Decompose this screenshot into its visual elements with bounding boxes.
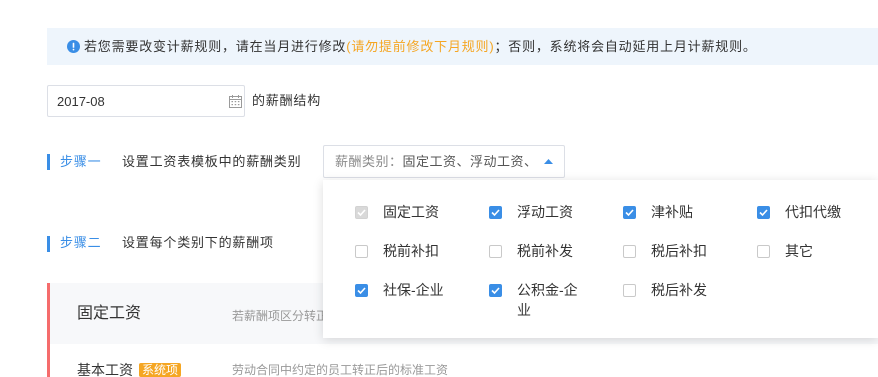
category-options: 固定工资 浮动工资 津补贴 代扣代缴 税前补扣 税前补发 税后补扣 其它 社保-…	[355, 202, 878, 319]
step1-label: 步骤一	[60, 154, 102, 169]
option-allowance[interactable]: 津补贴	[623, 202, 757, 241]
withholding-checkbox[interactable]	[757, 206, 770, 219]
step2-title: 设置每个类别下的薪酬项	[122, 235, 274, 250]
salary-category-dropdown[interactable]: 薪酬类别：固定工资、浮动工资、	[323, 145, 565, 178]
option-label: 代扣代缴	[785, 204, 841, 220]
option-housing-fund-company[interactable]: 公积金-企业	[489, 280, 623, 319]
option-fixed-salary[interactable]: 固定工资	[355, 202, 489, 241]
month-picker-input[interactable]	[47, 85, 245, 117]
option-pretax-supplement[interactable]: 税前补发	[489, 241, 623, 280]
notice-text-tail: ；否则，系统将会自动延用上月计薪规则。	[494, 39, 757, 54]
housing-fund-company-checkbox[interactable]	[489, 284, 502, 297]
salary-structure-label: 的薪酬结构	[252, 93, 322, 108]
other-checkbox[interactable]	[757, 245, 770, 258]
step2-marker	[47, 236, 50, 252]
option-withholding[interactable]: 代扣代缴	[757, 202, 857, 241]
option-label: 津补贴	[651, 204, 693, 220]
option-label: 税前补发	[517, 243, 573, 259]
option-label: 公积金-企业	[517, 282, 578, 318]
dropdown-value: 固定工资、浮动工资、	[402, 154, 538, 169]
option-label: 税后补发	[651, 282, 707, 298]
calendar-icon[interactable]	[229, 95, 242, 108]
option-label: 税前补扣	[383, 243, 439, 259]
option-pretax-deduction[interactable]: 税前补扣	[355, 241, 489, 280]
step1-marker	[47, 154, 50, 170]
option-aftertax-supplement[interactable]: 税后补发	[623, 280, 757, 319]
category-title: 固定工资	[77, 305, 142, 322]
aftertax-supplement-checkbox[interactable]	[623, 284, 636, 297]
allowance-checkbox[interactable]	[623, 206, 636, 219]
salary-item-description: 劳动合同中约定的员工转正后的标准工资	[232, 363, 449, 377]
check-icon	[491, 287, 500, 295]
option-other[interactable]: 其它	[757, 241, 857, 280]
option-floating-salary[interactable]: 浮动工资	[489, 202, 623, 241]
check-icon	[625, 209, 634, 217]
check-icon	[357, 209, 366, 217]
option-label: 社保-企业	[383, 282, 444, 298]
check-icon	[759, 209, 768, 217]
option-label: 税后补扣	[651, 243, 707, 259]
category-hint: 若薪酬项区分转正	[232, 309, 329, 323]
floating-salary-checkbox[interactable]	[489, 206, 502, 219]
salary-category-panel: 固定工资 浮动工资 津补贴 代扣代缴 税前补扣 税前补发 税后补扣 其它 社保-…	[323, 180, 878, 338]
salary-item-name: 基本工资	[77, 362, 133, 377]
aftertax-deduction-checkbox[interactable]	[623, 245, 636, 258]
notice-text-main: 若您需要改变计薪规则，请在当月进行修改	[84, 39, 347, 54]
social-security-company-checkbox[interactable]	[355, 284, 368, 297]
notice-highlight: (请勿提前修改下月规则)	[346, 39, 495, 54]
notice-text: 若您需要改变计薪规则，请在当月进行修改(请勿提前修改下月规则)；否则，系统将会自…	[84, 28, 757, 65]
step1-title: 设置工资表模板中的薪酬类别	[122, 154, 302, 169]
info-circle-icon	[67, 40, 80, 53]
notice-bar: 若您需要改变计薪规则，请在当月进行修改(请勿提前修改下月规则)；否则，系统将会自…	[47, 28, 878, 65]
pretax-deduction-checkbox[interactable]	[355, 245, 368, 258]
caret-up-icon[interactable]	[544, 159, 553, 164]
option-aftertax-deduction[interactable]: 税后补扣	[623, 241, 757, 280]
option-social-security-company[interactable]: 社保-企业	[355, 280, 489, 319]
fixed-salary-checkbox[interactable]	[355, 206, 368, 219]
option-label: 其它	[785, 243, 813, 259]
step2-label: 步骤二	[60, 235, 102, 250]
pretax-supplement-checkbox[interactable]	[489, 245, 502, 258]
option-label: 固定工资	[383, 204, 439, 220]
check-icon	[357, 287, 366, 295]
system-item-badge: 系统项	[139, 363, 182, 377]
dropdown-prefix: 薪酬类别：	[335, 154, 403, 169]
dropdown-selected-text: 薪酬类别：固定工资、浮动工资、	[335, 146, 538, 177]
option-label: 浮动工资	[517, 204, 573, 220]
check-icon	[491, 209, 500, 217]
